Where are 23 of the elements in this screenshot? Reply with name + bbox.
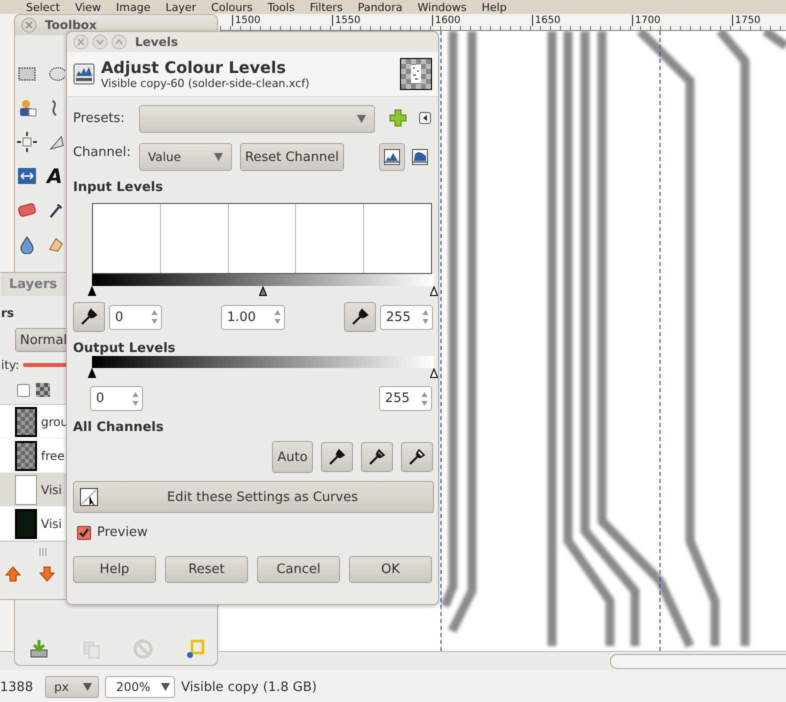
layer-name: free [41,448,65,462]
ruler-label: 1750 [732,15,760,26]
layer-name: Visi [41,482,62,496]
ruler-label: 1500 [232,15,260,26]
ruler-label: 1600 [432,15,460,26]
window-title: Levels [135,35,178,49]
ruler-label: 1700 [632,15,660,26]
section-heading: All Channels [73,420,165,435]
window-title: Toolbox [45,18,97,32]
preview-label: Preview [97,525,148,540]
pointer-coordinates: 1388 [0,680,34,694]
ruler-label: 1650 [532,15,560,26]
opacity-label: ity: [1,358,20,372]
section-heading: Input Levels [73,180,164,195]
dialog-subtitle: Visible copy-60 (solder-side-clean.xcf) [101,77,310,90]
section-heading: Output Levels [73,341,176,356]
dialog-heading: Adjust Colour Levels [101,58,287,77]
channel-label: Channel: [73,144,132,160]
panel-heading: rs [1,306,14,320]
image-info: Visible copy (1.8 GB) [181,680,317,694]
presets-label: Presets: [73,110,126,126]
ruler-label: 1550 [332,15,360,26]
layer-name: Visi [41,516,62,530]
